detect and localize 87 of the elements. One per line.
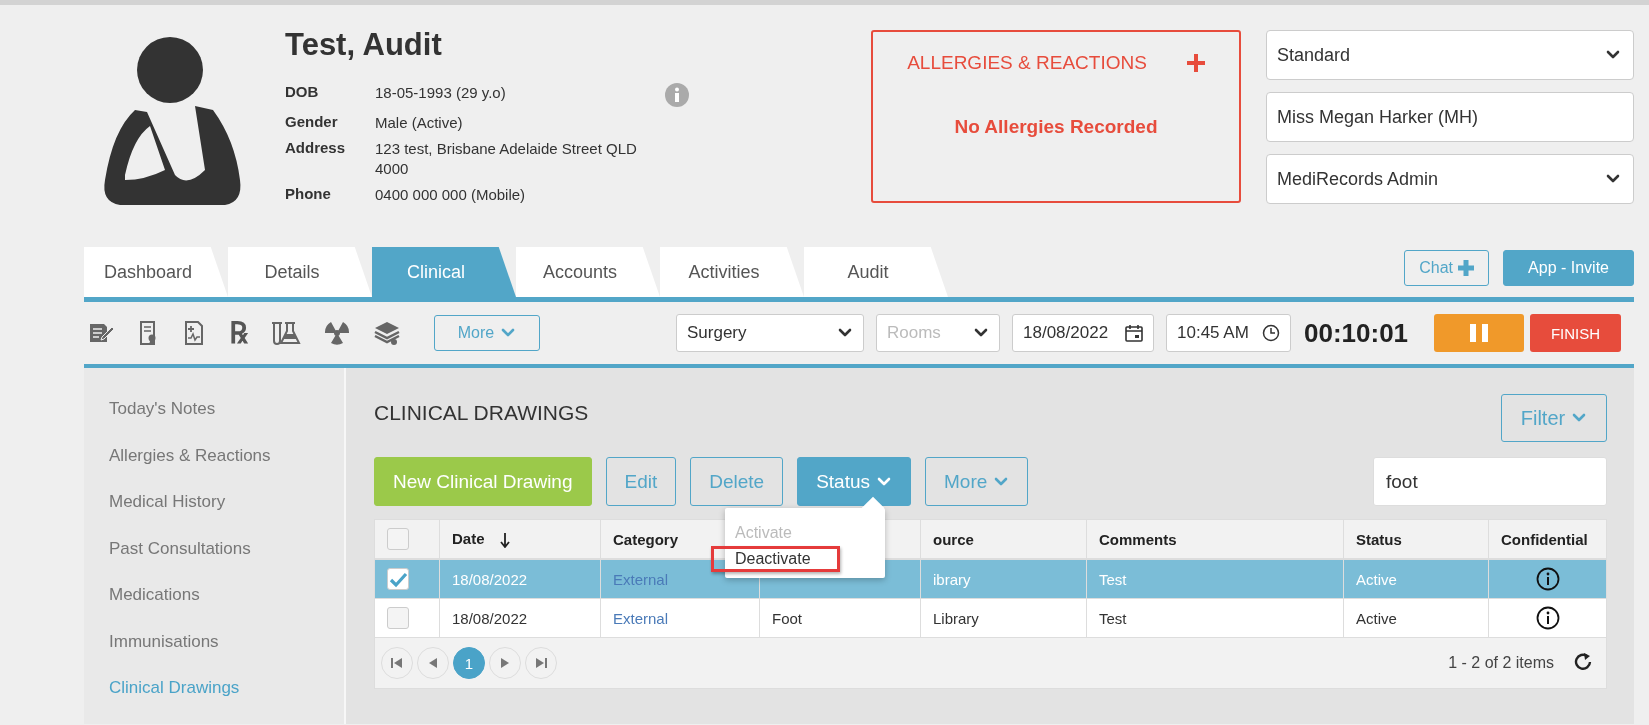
more-button[interactable]: More	[434, 315, 540, 351]
tab[interactable]: Accounts	[516, 247, 660, 297]
finish-button[interactable]: FINISH	[1530, 314, 1621, 352]
patient-name: Test, Audit	[285, 27, 443, 63]
tab[interactable]: Audit	[804, 247, 948, 297]
field-value: Male (Active)	[375, 113, 464, 133]
info-icon	[1535, 567, 1560, 591]
section-title: CLINICAL DRAWINGS	[374, 401, 589, 425]
last-page-icon	[535, 657, 547, 669]
menu-item[interactable]: Deactivate	[711, 546, 840, 572]
action-button[interactable]: Edit	[605, 457, 677, 506]
rooms-select[interactable]: Rooms	[876, 314, 1000, 352]
pause-icon	[1470, 324, 1488, 342]
stacked-books-icon	[373, 320, 401, 346]
category-link[interactable]: External	[613, 609, 669, 627]
tab[interactable]: Details	[228, 247, 372, 297]
table-cell: 18/08/2022	[452, 609, 528, 627]
first-page-icon	[391, 657, 403, 669]
refresh-icon[interactable]	[1574, 653, 1594, 673]
previous-page-icon	[427, 657, 439, 669]
sidebar-item[interactable]: Past Consultations	[84, 525, 251, 572]
field-label: Gender	[285, 113, 339, 130]
input-field[interactable]: Miss Megan Harker (MH)	[1266, 92, 1634, 142]
add-icon[interactable]	[1186, 54, 1205, 72]
field-value: 0400 000 000 (Mobile)	[375, 185, 527, 205]
sidebar-item[interactable]: Allergies & Reactions	[84, 432, 271, 479]
clock-icon	[1262, 324, 1280, 342]
next-page-icon	[499, 657, 511, 669]
table-cell: Test	[1099, 609, 1127, 627]
table-cell: Test	[1099, 570, 1127, 588]
location-select[interactable]: Surgery	[676, 314, 864, 352]
field-label: Phone	[285, 185, 332, 202]
sort-arrow-icon	[498, 532, 511, 548]
calendar-icon	[1125, 324, 1143, 342]
column-header[interactable]: ource	[933, 530, 974, 548]
sidebar-item[interactable]: Clinical Drawings	[84, 665, 240, 712]
table-cell: Active	[1356, 570, 1397, 588]
plus-icon	[1458, 260, 1475, 276]
timer: 00:10:01	[1304, 317, 1410, 349]
page-button[interactable]: 1	[453, 647, 485, 679]
item-count: 1 - 2 of 2 items	[1448, 654, 1554, 672]
column-header[interactable]: Date	[452, 530, 485, 547]
empty-message: No Allergies Recorded	[954, 116, 1158, 138]
column-header[interactable]: Comments	[1099, 530, 1177, 548]
select-field[interactable]: Standard	[1266, 30, 1634, 80]
sidebar-item[interactable]: Today's Notes	[84, 386, 216, 433]
action-button[interactable]: Delete	[690, 457, 784, 506]
sidebar-item[interactable]: Medications	[84, 572, 200, 619]
invite-button[interactable]: App - Invite	[1503, 250, 1634, 286]
sidebar-item[interactable]: Medical History	[84, 479, 226, 526]
field-label: Address	[285, 139, 347, 156]
search-field[interactable]: foot	[1373, 457, 1607, 506]
radiation-icon	[324, 320, 350, 346]
prescription-symbol[interactable]: ℞	[229, 318, 248, 348]
tab[interactable]: Activities	[660, 247, 804, 297]
chat-button[interactable]: Chat	[1404, 250, 1490, 286]
tab[interactable]: Dashboard	[84, 247, 228, 297]
category-link[interactable]: External	[613, 570, 669, 588]
lab-flask-icon	[271, 320, 301, 346]
table-cell: ibrary	[933, 570, 971, 588]
date-field[interactable]: 18/08/2022	[1012, 314, 1154, 352]
field-label: DOB	[285, 83, 320, 100]
allergies-title: ALLERGIES & REACTIONS	[907, 52, 1147, 74]
new-drawing-button[interactable]: New Clinical Drawing	[374, 457, 592, 506]
sidebar-item[interactable]: Immunisations	[84, 618, 219, 665]
select-field[interactable]: MediRecords Admin	[1266, 154, 1634, 204]
checkbox[interactable]	[387, 607, 409, 629]
pause-button[interactable]	[1434, 314, 1524, 352]
table-cell: Active	[1356, 609, 1397, 627]
tab[interactable]: Clinical	[372, 247, 516, 297]
checkbox[interactable]	[387, 568, 409, 590]
table-cell: 18/08/2022	[452, 570, 528, 588]
medical-document-icon	[182, 320, 206, 346]
info-icon	[1535, 606, 1560, 630]
column-header[interactable]: Category	[613, 530, 679, 548]
table-cell: Library	[933, 609, 979, 627]
column-header[interactable]: Status	[1356, 530, 1402, 548]
checkmark-icon	[388, 570, 408, 588]
checkbox[interactable]	[387, 528, 409, 550]
info-icon[interactable]	[665, 83, 689, 107]
status-dropdown-button[interactable]: Status	[797, 457, 912, 506]
time-field[interactable]: 10:45 AM	[1166, 314, 1291, 352]
field-value: 18-05-1993 (29 y.o)	[375, 83, 507, 103]
filter-button[interactable]: Filter	[1501, 394, 1607, 442]
field-value: 123 test, Brisbane Adelaide Street QLD 4000	[375, 139, 638, 179]
table-cell: Foot	[772, 609, 802, 627]
more-dropdown-button[interactable]: More	[925, 457, 1029, 506]
